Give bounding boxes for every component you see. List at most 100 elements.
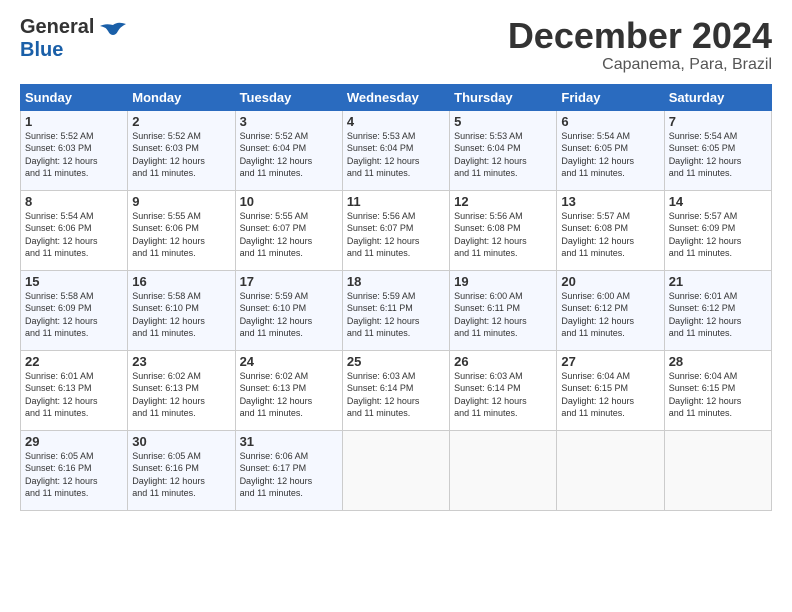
day-number: 10 xyxy=(240,194,338,209)
day-info: Sunrise: 5:58 AMSunset: 6:10 PMDaylight:… xyxy=(132,290,230,340)
col-monday: Monday xyxy=(128,84,235,110)
day-number: 13 xyxy=(561,194,659,209)
table-row: 7Sunrise: 5:54 AMSunset: 6:05 PMDaylight… xyxy=(664,110,771,190)
calendar-table: Sunday Monday Tuesday Wednesday Thursday… xyxy=(20,84,772,511)
table-row: 10Sunrise: 5:55 AMSunset: 6:07 PMDayligh… xyxy=(235,190,342,270)
day-number: 29 xyxy=(25,434,123,449)
table-row: 30Sunrise: 6:05 AMSunset: 6:16 PMDayligh… xyxy=(128,430,235,510)
day-info: Sunrise: 6:00 AMSunset: 6:12 PMDaylight:… xyxy=(561,290,659,340)
day-info: Sunrise: 6:03 AMSunset: 6:14 PMDaylight:… xyxy=(454,370,552,420)
day-number: 21 xyxy=(669,274,767,289)
logo-bird-icon xyxy=(98,21,128,49)
table-row: 21Sunrise: 6:01 AMSunset: 6:12 PMDayligh… xyxy=(664,270,771,350)
table-row: 15Sunrise: 5:58 AMSunset: 6:09 PMDayligh… xyxy=(21,270,128,350)
day-info: Sunrise: 6:01 AMSunset: 6:13 PMDaylight:… xyxy=(25,370,123,420)
day-number: 17 xyxy=(240,274,338,289)
day-info: Sunrise: 5:52 AMSunset: 6:03 PMDaylight:… xyxy=(132,130,230,180)
day-info: Sunrise: 5:58 AMSunset: 6:09 PMDaylight:… xyxy=(25,290,123,340)
day-info: Sunrise: 5:54 AMSunset: 6:06 PMDaylight:… xyxy=(25,210,123,260)
table-row: 12Sunrise: 5:56 AMSunset: 6:08 PMDayligh… xyxy=(450,190,557,270)
day-number: 28 xyxy=(669,354,767,369)
day-number: 3 xyxy=(240,114,338,129)
day-info: Sunrise: 5:59 AMSunset: 6:11 PMDaylight:… xyxy=(347,290,445,340)
day-info: Sunrise: 5:57 AMSunset: 6:09 PMDaylight:… xyxy=(669,210,767,260)
table-row: 26Sunrise: 6:03 AMSunset: 6:14 PMDayligh… xyxy=(450,350,557,430)
header: General Blue December 2024 Capanema, Par… xyxy=(20,16,772,74)
col-thursday: Thursday xyxy=(450,84,557,110)
table-row: 14Sunrise: 5:57 AMSunset: 6:09 PMDayligh… xyxy=(664,190,771,270)
table-row xyxy=(664,430,771,510)
day-number: 2 xyxy=(132,114,230,129)
day-number: 15 xyxy=(25,274,123,289)
day-info: Sunrise: 5:57 AMSunset: 6:08 PMDaylight:… xyxy=(561,210,659,260)
logo: General Blue xyxy=(20,16,128,62)
day-info: Sunrise: 6:00 AMSunset: 6:11 PMDaylight:… xyxy=(454,290,552,340)
day-number: 23 xyxy=(132,354,230,369)
table-row: 6Sunrise: 5:54 AMSunset: 6:05 PMDaylight… xyxy=(557,110,664,190)
col-friday: Friday xyxy=(557,84,664,110)
table-row xyxy=(342,430,449,510)
table-row: 25Sunrise: 6:03 AMSunset: 6:14 PMDayligh… xyxy=(342,350,449,430)
table-row: 28Sunrise: 6:04 AMSunset: 6:15 PMDayligh… xyxy=(664,350,771,430)
col-wednesday: Wednesday xyxy=(342,84,449,110)
day-info: Sunrise: 5:53 AMSunset: 6:04 PMDaylight:… xyxy=(454,130,552,180)
day-number: 24 xyxy=(240,354,338,369)
table-row: 16Sunrise: 5:58 AMSunset: 6:10 PMDayligh… xyxy=(128,270,235,350)
table-row: 4Sunrise: 5:53 AMSunset: 6:04 PMDaylight… xyxy=(342,110,449,190)
table-row: 5Sunrise: 5:53 AMSunset: 6:04 PMDaylight… xyxy=(450,110,557,190)
day-info: Sunrise: 6:01 AMSunset: 6:12 PMDaylight:… xyxy=(669,290,767,340)
day-info: Sunrise: 5:55 AMSunset: 6:06 PMDaylight:… xyxy=(132,210,230,260)
day-number: 18 xyxy=(347,274,445,289)
day-info: Sunrise: 5:55 AMSunset: 6:07 PMDaylight:… xyxy=(240,210,338,260)
col-saturday: Saturday xyxy=(664,84,771,110)
title-section: December 2024 Capanema, Para, Brazil xyxy=(508,16,772,74)
table-row: 2Sunrise: 5:52 AMSunset: 6:03 PMDaylight… xyxy=(128,110,235,190)
day-info: Sunrise: 6:06 AMSunset: 6:17 PMDaylight:… xyxy=(240,450,338,500)
table-row: 20Sunrise: 6:00 AMSunset: 6:12 PMDayligh… xyxy=(557,270,664,350)
day-number: 30 xyxy=(132,434,230,449)
day-number: 26 xyxy=(454,354,552,369)
table-row: 24Sunrise: 6:02 AMSunset: 6:13 PMDayligh… xyxy=(235,350,342,430)
table-row xyxy=(557,430,664,510)
day-number: 6 xyxy=(561,114,659,129)
day-number: 12 xyxy=(454,194,552,209)
col-sunday: Sunday xyxy=(21,84,128,110)
day-info: Sunrise: 6:04 AMSunset: 6:15 PMDaylight:… xyxy=(669,370,767,420)
day-info: Sunrise: 5:56 AMSunset: 6:07 PMDaylight:… xyxy=(347,210,445,260)
month-title: December 2024 xyxy=(508,16,772,56)
day-number: 19 xyxy=(454,274,552,289)
table-row xyxy=(450,430,557,510)
table-row: 17Sunrise: 5:59 AMSunset: 6:10 PMDayligh… xyxy=(235,270,342,350)
day-number: 11 xyxy=(347,194,445,209)
day-number: 5 xyxy=(454,114,552,129)
day-number: 16 xyxy=(132,274,230,289)
day-info: Sunrise: 6:05 AMSunset: 6:16 PMDaylight:… xyxy=(132,450,230,500)
day-number: 31 xyxy=(240,434,338,449)
table-row: 8Sunrise: 5:54 AMSunset: 6:06 PMDaylight… xyxy=(21,190,128,270)
day-info: Sunrise: 6:03 AMSunset: 6:14 PMDaylight:… xyxy=(347,370,445,420)
day-number: 27 xyxy=(561,354,659,369)
day-info: Sunrise: 5:54 AMSunset: 6:05 PMDaylight:… xyxy=(669,130,767,180)
day-number: 1 xyxy=(25,114,123,129)
day-number: 20 xyxy=(561,274,659,289)
table-row: 9Sunrise: 5:55 AMSunset: 6:06 PMDaylight… xyxy=(128,190,235,270)
calendar-page: General Blue December 2024 Capanema, Par… xyxy=(0,0,792,612)
logo-text: General Blue xyxy=(20,16,94,62)
table-row: 13Sunrise: 5:57 AMSunset: 6:08 PMDayligh… xyxy=(557,190,664,270)
table-row: 22Sunrise: 6:01 AMSunset: 6:13 PMDayligh… xyxy=(21,350,128,430)
day-info: Sunrise: 5:59 AMSunset: 6:10 PMDaylight:… xyxy=(240,290,338,340)
day-info: Sunrise: 6:05 AMSunset: 6:16 PMDaylight:… xyxy=(25,450,123,500)
day-number: 25 xyxy=(347,354,445,369)
day-info: Sunrise: 6:04 AMSunset: 6:15 PMDaylight:… xyxy=(561,370,659,420)
table-row: 23Sunrise: 6:02 AMSunset: 6:13 PMDayligh… xyxy=(128,350,235,430)
day-number: 7 xyxy=(669,114,767,129)
table-row: 29Sunrise: 6:05 AMSunset: 6:16 PMDayligh… xyxy=(21,430,128,510)
table-row: 11Sunrise: 5:56 AMSunset: 6:07 PMDayligh… xyxy=(342,190,449,270)
day-number: 8 xyxy=(25,194,123,209)
location: Capanema, Para, Brazil xyxy=(508,56,772,74)
day-info: Sunrise: 5:52 AMSunset: 6:03 PMDaylight:… xyxy=(25,130,123,180)
table-row: 27Sunrise: 6:04 AMSunset: 6:15 PMDayligh… xyxy=(557,350,664,430)
day-info: Sunrise: 6:02 AMSunset: 6:13 PMDaylight:… xyxy=(132,370,230,420)
table-row: 18Sunrise: 5:59 AMSunset: 6:11 PMDayligh… xyxy=(342,270,449,350)
table-row: 3Sunrise: 5:52 AMSunset: 6:04 PMDaylight… xyxy=(235,110,342,190)
